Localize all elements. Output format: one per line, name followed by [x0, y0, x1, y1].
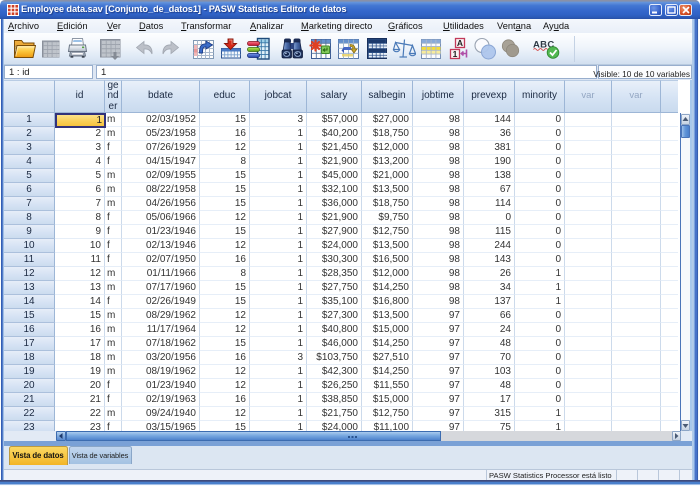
- svg-text:1: 1: [453, 49, 458, 59]
- svg-text:A: A: [457, 38, 463, 48]
